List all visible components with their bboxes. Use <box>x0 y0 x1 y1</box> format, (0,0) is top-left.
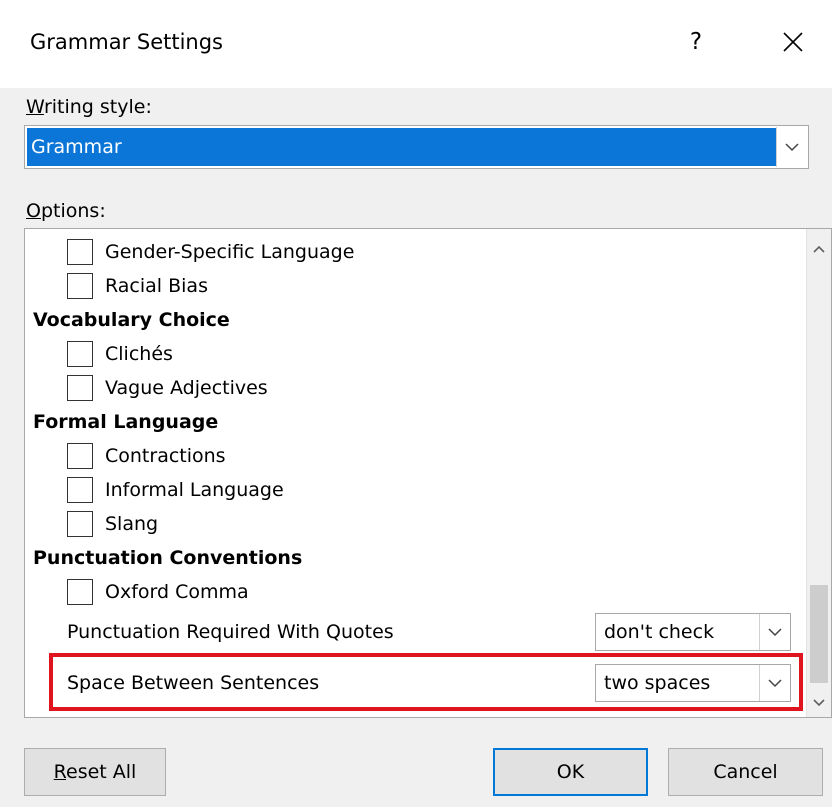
option-label: Vague Adjectives <box>105 377 268 399</box>
checkbox[interactable] <box>67 341 93 367</box>
options-label: Options: <box>26 200 106 222</box>
checkbox[interactable] <box>67 443 93 469</box>
punctuation-required-with-quotes-select[interactable]: don't check <box>595 613 791 651</box>
dropdown-button[interactable] <box>759 614 790 650</box>
writing-style-combobox[interactable]: Grammar <box>24 125 809 169</box>
checkbox[interactable] <box>67 239 93 265</box>
punctuation-required-with-quotes-label: Punctuation Required With Quotes <box>67 621 394 643</box>
chevron-up-icon <box>813 245 825 253</box>
reset-all-button[interactable]: Reset All <box>24 748 166 796</box>
chevron-down-icon <box>813 699 825 707</box>
checkbox[interactable] <box>67 511 93 537</box>
option-label: Clichés <box>105 343 173 365</box>
option-informal-language[interactable]: Informal Language <box>67 475 284 505</box>
cancel-button[interactable]: Cancel <box>668 748 823 796</box>
option-gender-specific-language[interactable]: Gender-Specific Language <box>67 237 354 267</box>
scroll-down-button[interactable] <box>807 691 831 715</box>
option-label: Informal Language <box>105 479 284 501</box>
scroll-thumb[interactable] <box>810 585 828 683</box>
checkbox[interactable] <box>67 375 93 401</box>
option-slang[interactable]: Slang <box>67 509 158 539</box>
grammar-settings-dialog: Grammar Settings ? Writing style: Gramma… <box>0 0 832 807</box>
option-label: Racial Bias <box>105 275 208 297</box>
dialog-title: Grammar Settings <box>30 30 223 54</box>
checkbox[interactable] <box>67 477 93 503</box>
select-value: don't check <box>604 621 715 643</box>
category-formal-language: Formal Language <box>33 411 219 433</box>
option-label: Slang <box>105 513 159 535</box>
scroll-up-button[interactable] <box>807 237 831 261</box>
category-punctuation-conventions: Punctuation Conventions <box>33 547 303 569</box>
title-bar: Grammar Settings ? <box>0 0 832 88</box>
highlight-box <box>49 653 803 711</box>
chevron-down-icon <box>785 143 799 152</box>
ok-button[interactable]: OK <box>493 748 648 796</box>
option-vague-adjectives[interactable]: Vague Adjectives <box>67 373 268 403</box>
checkbox[interactable] <box>67 273 93 299</box>
option-cliches[interactable]: Clichés <box>67 339 173 369</box>
writing-style-selected-value: Grammar <box>27 128 777 166</box>
help-button[interactable]: ? <box>676 22 716 62</box>
options-scrollbar[interactable] <box>806 229 831 717</box>
options-list[interactable]: Gender-Specific Language Racial Bias Voc… <box>24 228 832 718</box>
writing-style-dropdown-button[interactable] <box>776 127 807 167</box>
option-contractions[interactable]: Contractions <box>67 441 226 471</box>
option-racial-bias[interactable]: Racial Bias <box>67 271 208 301</box>
close-button[interactable] <box>773 22 813 62</box>
chevron-down-icon <box>768 628 782 637</box>
option-oxford-comma[interactable]: Oxford Comma <box>67 577 249 607</box>
checkbox[interactable] <box>67 579 93 605</box>
writing-style-label: Writing style: <box>26 96 152 118</box>
option-label: Oxford Comma <box>105 581 249 603</box>
category-vocabulary-choice: Vocabulary Choice <box>33 309 230 331</box>
option-label: Gender-Specific Language <box>105 241 355 263</box>
close-icon <box>783 32 803 52</box>
option-label: Contractions <box>105 445 226 467</box>
